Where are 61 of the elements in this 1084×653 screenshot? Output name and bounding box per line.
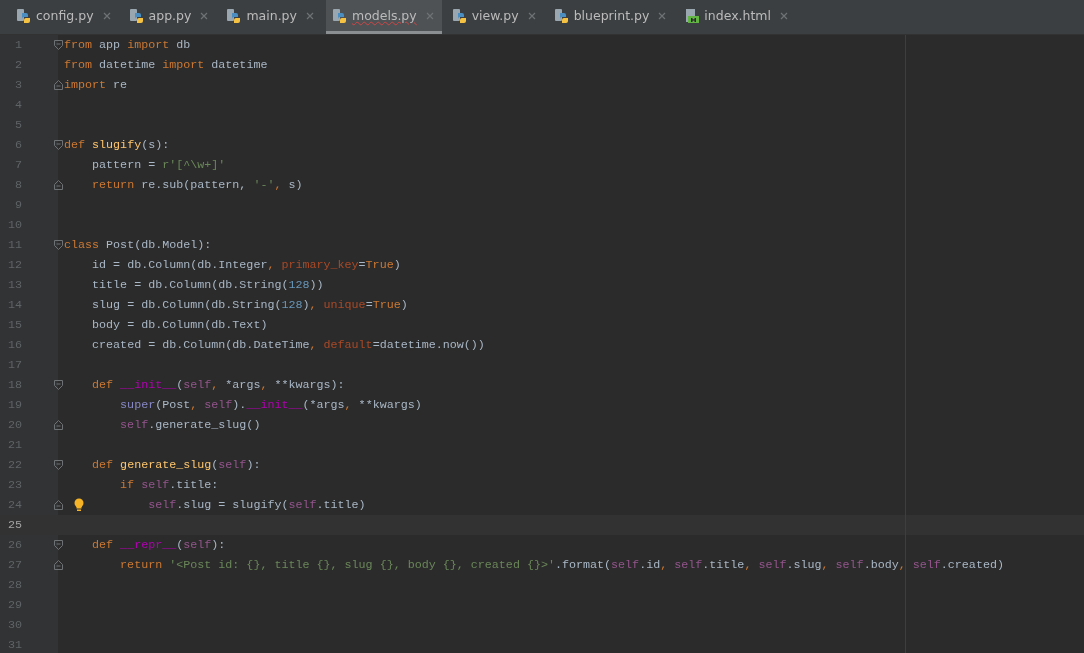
close-icon[interactable] bbox=[102, 11, 111, 20]
html-file-icon bbox=[684, 7, 701, 24]
line-number: 25 bbox=[6, 518, 22, 532]
code-line: class Post(db.Model): bbox=[64, 238, 212, 252]
fold-icon[interactable] bbox=[54, 460, 63, 470]
tab-label: main.py bbox=[246, 8, 297, 23]
python-file-icon bbox=[331, 7, 348, 24]
code-line: def generate_slug(self): bbox=[92, 458, 261, 472]
file-tab[interactable]: view.py bbox=[445, 0, 544, 34]
file-tab[interactable]: blueprint.py bbox=[547, 0, 675, 34]
close-icon[interactable] bbox=[425, 11, 434, 20]
code-line: body = db.Column(db.Text) bbox=[92, 318, 268, 332]
python-file-icon bbox=[16, 7, 32, 24]
fold-icon[interactable] bbox=[54, 540, 63, 550]
code-line: self.generate_slug() bbox=[120, 418, 261, 432]
fold-icon[interactable] bbox=[54, 80, 63, 90]
close-icon[interactable] bbox=[200, 11, 209, 20]
code-line: slug = db.Column(db.String(128), unique=True) bbox=[92, 298, 408, 312]
fold-icon[interactable] bbox=[54, 500, 63, 510]
code-line: super(Post, self).__init__(*args, **kwargs) bbox=[120, 398, 422, 412]
python-file-icon bbox=[128, 7, 145, 24]
fold-icon[interactable] bbox=[54, 240, 63, 250]
close-icon[interactable] bbox=[305, 11, 314, 20]
fold-icon[interactable] bbox=[54, 420, 63, 430]
code-line: def __repr__(self): bbox=[92, 538, 226, 552]
lightbulb-icon[interactable] bbox=[74, 498, 84, 512]
python-file-icon bbox=[451, 7, 468, 24]
code-line: created = db.Column(db.DateTime, default=datetime.now()) bbox=[92, 338, 485, 352]
file-tab[interactable]: app.py bbox=[122, 0, 217, 34]
close-icon[interactable] bbox=[780, 11, 788, 20]
python-file-icon bbox=[553, 7, 570, 24]
fold-icon[interactable] bbox=[54, 180, 63, 190]
tab-label: config.py bbox=[36, 8, 94, 23]
fold-icon[interactable] bbox=[54, 380, 63, 390]
code-line: self.slug = slugify(self.title) bbox=[148, 498, 366, 512]
tab-label: blueprint.py bbox=[573, 8, 650, 23]
code-line: id = db.Column(db.Integer, primary_key=True) bbox=[92, 258, 401, 272]
tab-label: app.py bbox=[148, 8, 192, 23]
tab-label: models.py bbox=[351, 8, 417, 23]
code-line: if self.title: bbox=[120, 478, 219, 492]
fold-icon[interactable] bbox=[54, 40, 63, 50]
file-tab[interactable]: index.html bbox=[678, 0, 796, 34]
code-line: pattern = r'[^\w+]' bbox=[92, 158, 226, 172]
file-tab[interactable]: config.py bbox=[10, 0, 119, 34]
close-icon[interactable] bbox=[527, 11, 536, 20]
code-line: def __init__(self, *args, **kwargs): bbox=[92, 378, 345, 392]
python-file-icon bbox=[226, 7, 243, 24]
code-line: from datetime import datetime bbox=[64, 58, 268, 72]
file-tab[interactable]: models.py bbox=[325, 0, 442, 34]
fold-icon[interactable] bbox=[54, 140, 63, 150]
fold-icon[interactable] bbox=[54, 560, 63, 570]
tab-label: view.py bbox=[471, 8, 519, 23]
code-line: return re.sub(pattern, '-', s) bbox=[92, 178, 303, 192]
code-line: import re bbox=[64, 78, 128, 92]
file-tab[interactable]: main.py bbox=[220, 0, 322, 34]
close-icon[interactable] bbox=[658, 11, 667, 20]
code-line: return '<Post id: {}, title {}, slug {}, body {}, created {}>'.format(self.id, self.title, self.slug, self.body, self.created) bbox=[120, 558, 1004, 572]
code-line: def slugify(s): bbox=[64, 138, 170, 152]
code-line: title = db.Column(db.String(128)) bbox=[92, 278, 324, 292]
code-line: from app import db bbox=[64, 38, 191, 52]
tab-label: index.html bbox=[704, 8, 771, 23]
